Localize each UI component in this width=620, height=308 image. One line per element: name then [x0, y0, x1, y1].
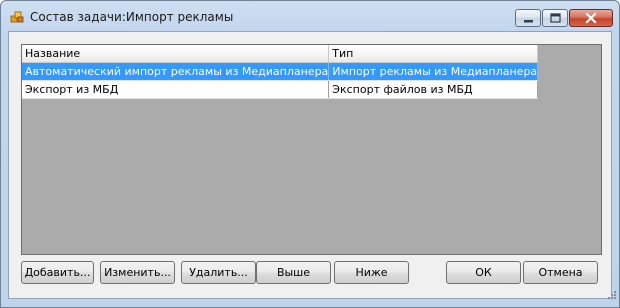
grid-header-row: Название Тип	[22, 45, 539, 63]
table-row[interactable]: Экспорт из МБД Экспорт файлов из МБД	[22, 80, 539, 99]
close-button[interactable]	[569, 9, 613, 27]
cell-type[interactable]: Экспорт файлов из МБД	[328, 80, 539, 99]
cancel-button[interactable]: Отмена	[523, 261, 598, 284]
components-grid[interactable]: Название Тип Автоматический импорт рекла…	[21, 44, 602, 255]
move-up-button[interactable]: Выше	[256, 261, 331, 284]
app-icon[interactable]	[10, 10, 24, 24]
column-header-type[interactable]: Тип	[328, 45, 539, 63]
window-title: Состав задачи:Импорт рекламы	[30, 10, 234, 24]
ok-button[interactable]: ОК	[446, 261, 521, 284]
add-button[interactable]: Добавить...	[21, 261, 94, 284]
resize-grip-icon[interactable]	[605, 290, 617, 305]
minimize-button[interactable]	[515, 9, 541, 27]
title-bar[interactable]: Состав задачи:Импорт рекламы	[1, 1, 619, 31]
close-icon	[585, 12, 597, 24]
column-header-name[interactable]: Название	[22, 45, 330, 63]
cell-type[interactable]: Импорт рекламы из Медиапланера	[328, 62, 539, 81]
edit-button[interactable]: Изменить...	[100, 261, 175, 284]
maximize-button[interactable]	[542, 9, 568, 27]
cell-name[interactable]: Автоматический импорт рекламы из Медиапл…	[22, 62, 330, 81]
dialog-window: Состав задачи:Импорт рекламы Название Ти…	[0, 0, 620, 308]
minimize-icon	[524, 20, 533, 23]
table-row[interactable]: Автоматический импорт рекламы из Медиапл…	[22, 62, 539, 81]
dialog-client-area: Название Тип Автоматический импорт рекла…	[8, 31, 612, 299]
cell-name[interactable]: Экспорт из МБД	[22, 80, 330, 99]
components-table: Название Тип Автоматический импорт рекла…	[22, 45, 539, 99]
delete-button[interactable]: Удалить...	[181, 261, 256, 284]
maximize-icon	[550, 13, 561, 23]
move-down-button[interactable]: Ниже	[334, 261, 409, 284]
